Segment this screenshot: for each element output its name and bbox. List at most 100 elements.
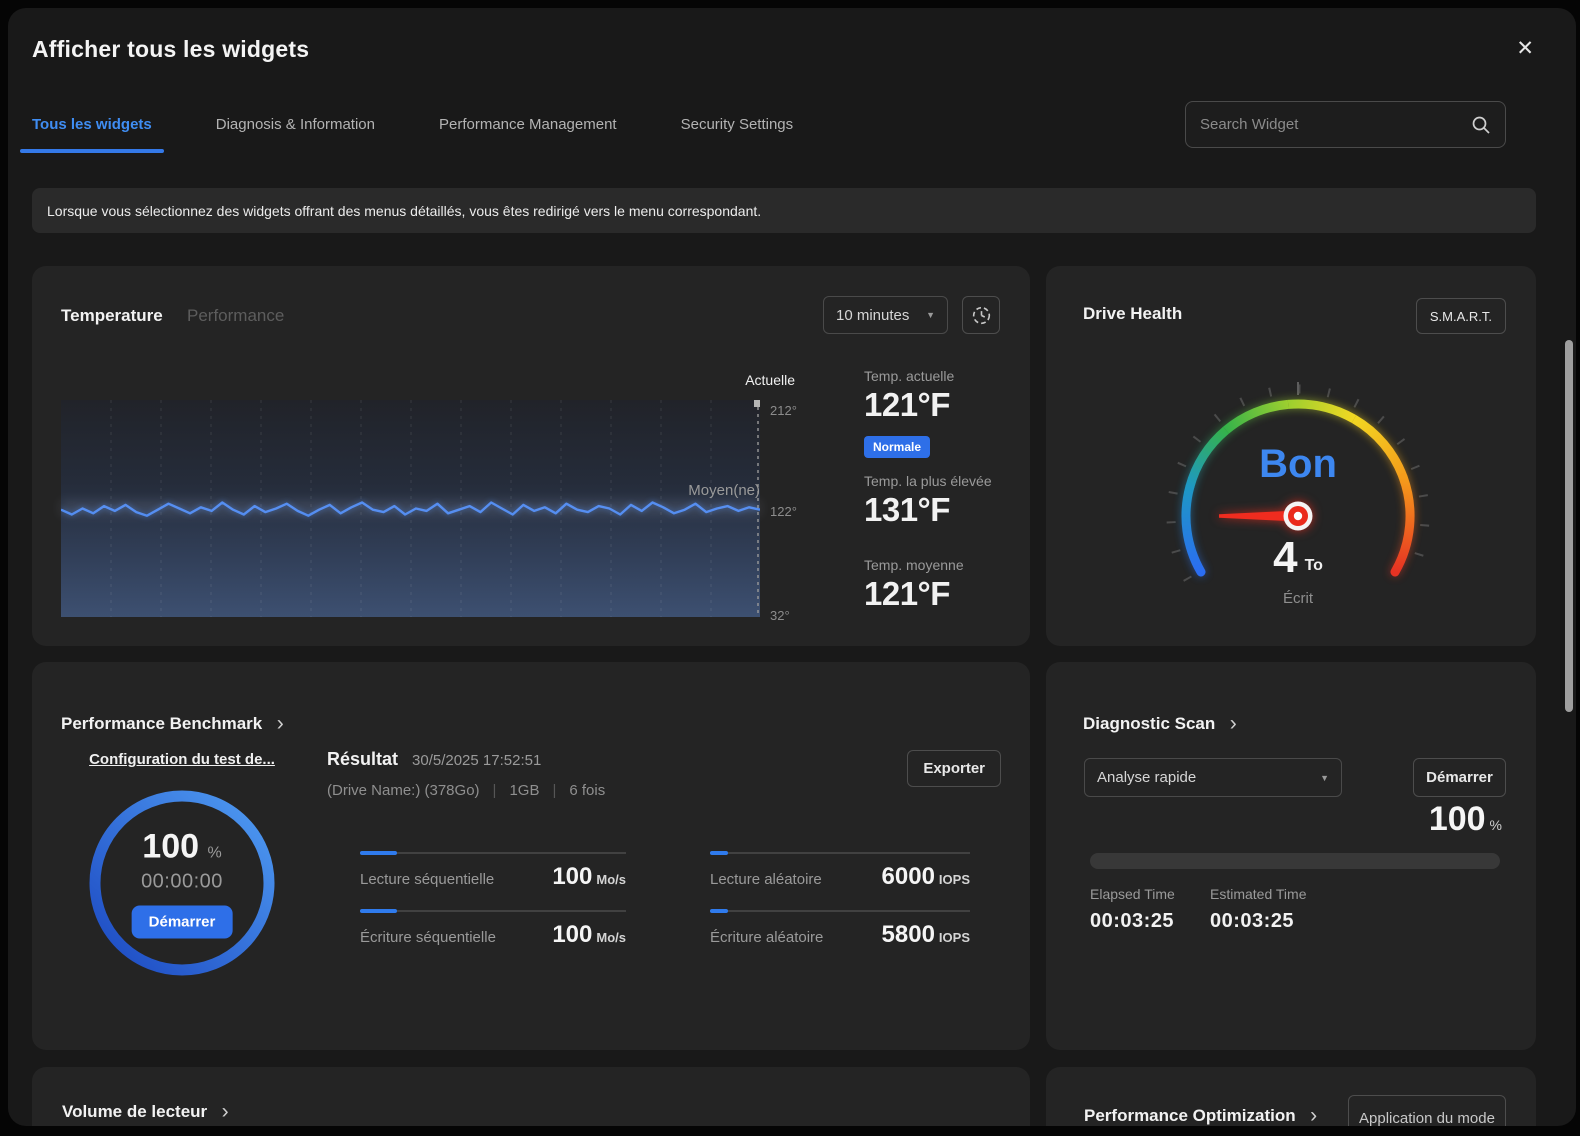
close-icon[interactable]: ✕ — [1516, 38, 1534, 59]
ytick-212: 212° — [770, 403, 818, 418]
diagnostic-progress: 100 % — [1429, 800, 1502, 839]
search-icon[interactable] — [1471, 115, 1491, 135]
test-config-link[interactable]: Configuration du test de... — [89, 751, 275, 768]
apply-mode-button[interactable]: Application du mode — [1348, 1095, 1506, 1126]
estimated-time: Estimated Time 00:03:25 — [1210, 886, 1306, 933]
temperature-chart — [61, 400, 760, 617]
volume-title: Volume de lecteur — [62, 1102, 207, 1121]
search-box — [1185, 101, 1506, 148]
result-rand-write: Écriture aléatoire 5800IOPS — [710, 908, 970, 949]
export-button[interactable]: Exporter — [907, 750, 1001, 787]
result-datetime: 30/5/2025 17:52:51 — [412, 752, 541, 769]
chevron-right-icon: › — [277, 712, 284, 735]
clock-icon — [971, 305, 992, 326]
diagnostic-progress-unit: % — [1490, 817, 1502, 833]
temperature-title: Temperature — [61, 306, 163, 326]
elapsed-time-label: Elapsed Time — [1090, 886, 1175, 902]
result-label: Résultat — [327, 749, 398, 770]
result-size: 1GB — [509, 782, 539, 799]
written-amount: 4 To — [1273, 536, 1323, 580]
tab-bar: Tous les widgets Diagnosis & Information… — [20, 110, 805, 153]
elapsed-time: Elapsed Time 00:03:25 — [1090, 886, 1175, 933]
separator: | — [493, 782, 497, 799]
result-meta: (Drive Name:) (378Go) | 1GB | 6 fois — [327, 782, 605, 799]
result-rand-read: Lecture aléatoire 6000IOPS — [710, 850, 970, 891]
diagnostic-start-button[interactable]: Démarrer — [1413, 758, 1506, 797]
search-input[interactable] — [1200, 116, 1471, 133]
result-label-rand-read: Lecture aléatoire — [710, 871, 822, 888]
gauge-needle — [1219, 502, 1313, 531]
written-label: Écrit — [1283, 590, 1313, 607]
result-label-seq-read: Lecture séquentielle — [360, 871, 494, 888]
estimated-time-label: Estimated Time — [1210, 886, 1306, 902]
written-value: 4 — [1273, 536, 1297, 580]
temp-highest-label: Temp. la plus élevée — [864, 473, 992, 489]
history-clock-button[interactable] — [962, 296, 1000, 334]
diagnostic-progress-value: 100 — [1429, 800, 1486, 839]
result-value-seq-write: 100 — [552, 921, 592, 948]
result-header: Résultat 30/5/2025 17:52:51 — [327, 749, 541, 770]
temp-highest-value: 131°F — [864, 491, 950, 529]
tab-performance-management[interactable]: Performance Management — [427, 110, 629, 153]
elapsed-time-value: 00:03:25 — [1090, 910, 1175, 933]
temp-average-value: 121°F — [864, 575, 950, 613]
drive-volume-widget[interactable]: Volume de lecteur › — [32, 1067, 1030, 1126]
benchmark-progress-unit: % — [207, 845, 221, 862]
result-value-rand-write: 5800 — [882, 921, 935, 948]
drive-health-widget[interactable]: Drive Health S.M.A.R.T. — [1046, 266, 1536, 646]
benchmark-start-button[interactable]: Démarrer — [132, 906, 233, 939]
caret-down-icon: ▼ — [926, 310, 935, 320]
temperature-subtitle: Performance — [187, 306, 284, 326]
average-marker-label: Moyen(ne) — [632, 482, 760, 499]
tab-security-settings[interactable]: Security Settings — [669, 110, 806, 153]
temp-status-badge: Normale — [864, 436, 930, 458]
benchmark-title-row[interactable]: Performance Benchmark › — [61, 712, 284, 736]
interval-value: 10 minutes — [836, 307, 909, 324]
performance-optimization-widget[interactable]: Performance Optimization › Application d… — [1046, 1067, 1536, 1126]
caret-down-icon: ▼ — [1320, 773, 1329, 783]
diagnostic-title: Diagnostic Scan — [1083, 714, 1215, 733]
info-banner: Lorsque vous sélectionnez des widgets of… — [32, 188, 1536, 233]
estimated-time-value: 00:03:25 — [1210, 910, 1306, 933]
scan-mode-value: Analyse rapide — [1097, 769, 1196, 786]
result-seq-read: Lecture séquentielle 100Mo/s — [360, 850, 626, 891]
current-marker-label: Actuelle — [692, 372, 795, 388]
ytick-32: 32° — [770, 608, 818, 623]
benchmark-ring-content: 100 % 00:00:00 Démarrer — [132, 828, 233, 939]
written-unit: To — [1305, 557, 1323, 580]
current-time-handle — [754, 400, 760, 407]
ytick-122: 122° — [770, 504, 818, 519]
benchmark-title: Performance Benchmark — [61, 714, 262, 733]
result-label-rand-write: Écriture aléatoire — [710, 929, 823, 946]
volume-title-row[interactable]: Volume de lecteur › — [62, 1100, 229, 1124]
tab-diagnosis-information[interactable]: Diagnosis & Information — [204, 110, 387, 153]
temp-current-label: Temp. actuelle — [864, 368, 954, 384]
temperature-widget[interactable]: Temperature Performance 10 minutes ▼ Act… — [32, 266, 1030, 646]
diagnostic-title-row[interactable]: Diagnostic Scan › — [1083, 712, 1237, 736]
separator: | — [552, 782, 556, 799]
drive-health-title: Drive Health — [1083, 304, 1182, 324]
result-drive: (Drive Name:) (378Go) — [327, 782, 480, 799]
diagnostic-scan-widget[interactable]: Diagnostic Scan › Analyse rapide ▼ Démar… — [1046, 662, 1536, 1050]
widgets-modal: Afficher tous les widgets ✕ Tous les wid… — [8, 8, 1576, 1126]
result-seq-write: Écriture séquentielle 100Mo/s — [360, 908, 626, 949]
health-status: Bon — [1259, 442, 1337, 487]
result-value-rand-read: 6000 — [882, 863, 935, 890]
performance-benchmark-widget[interactable]: Performance Benchmark › Configuration du… — [32, 662, 1030, 1050]
tab-tous-les-widgets[interactable]: Tous les widgets — [20, 110, 164, 153]
chevron-right-icon: › — [1310, 1104, 1317, 1126]
benchmark-elapsed: 00:00:00 — [132, 871, 233, 894]
optimization-title-row[interactable]: Performance Optimization › — [1084, 1104, 1317, 1126]
scan-mode-select[interactable]: Analyse rapide ▼ — [1084, 758, 1342, 797]
scrollbar-thumb[interactable] — [1565, 340, 1573, 712]
temp-average-label: Temp. moyenne — [864, 557, 964, 573]
result-label-seq-write: Écriture séquentielle — [360, 929, 496, 946]
temp-current-value: 121°F — [864, 386, 950, 424]
smart-button[interactable]: S.M.A.R.T. — [1416, 298, 1506, 334]
page-title: Afficher tous les widgets — [32, 36, 309, 63]
result-value-seq-read: 100 — [552, 863, 592, 890]
result-iterations: 6 fois — [569, 782, 605, 799]
benchmark-progress-value: 100 — [142, 828, 199, 866]
interval-select[interactable]: 10 minutes ▼ — [823, 296, 948, 334]
chevron-right-icon: › — [1230, 712, 1237, 735]
